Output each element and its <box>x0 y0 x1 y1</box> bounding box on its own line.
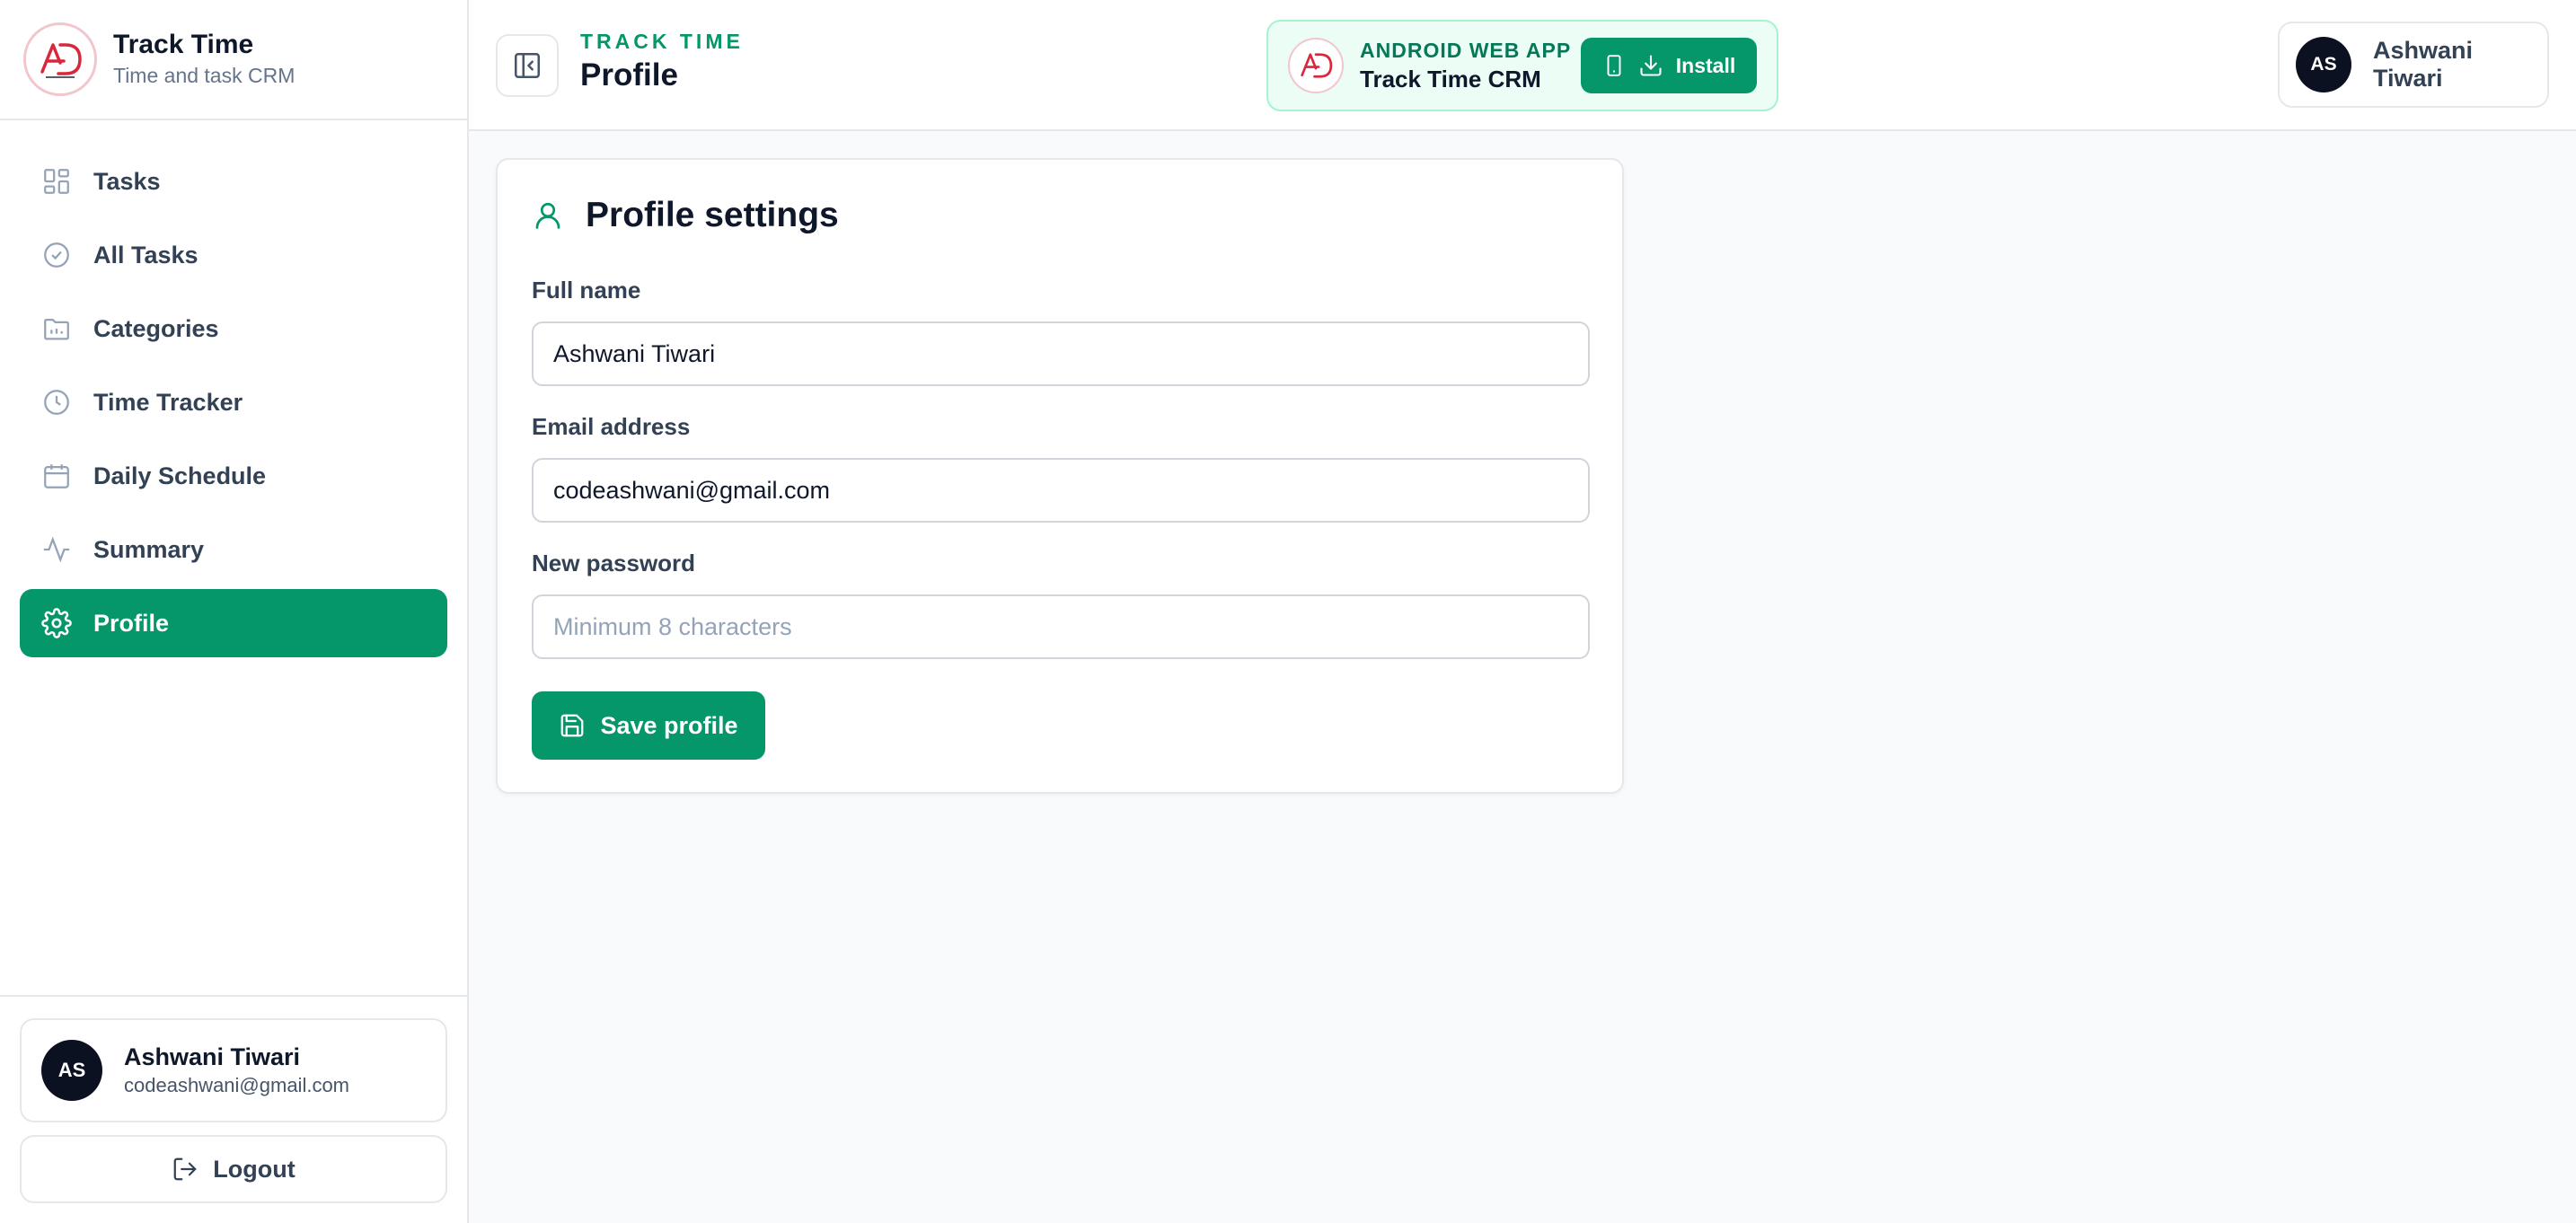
logout-button[interactable]: Logout <box>20 1135 447 1203</box>
top-header: TRACK TIME Profile ANDROID WEB APP Track… <box>469 0 2576 131</box>
check-circle-icon <box>40 238 74 272</box>
brand-subtitle: Time and task CRM <box>113 64 296 87</box>
phone-icon <box>1602 53 1626 78</box>
page-title: Profile <box>580 57 678 92</box>
email-field[interactable] <box>532 458 1590 523</box>
sidebar-item-all-tasks[interactable]: All Tasks <box>20 221 447 289</box>
gear-icon <box>40 606 74 640</box>
banner-title: Track Time CRM <box>1360 66 1541 92</box>
brand[interactable]: Track Time Time and task CRM <box>0 0 467 120</box>
install-label: Install <box>1675 53 1736 77</box>
user-icon <box>532 198 564 233</box>
sidebar-item-label: Categories <box>93 314 219 342</box>
user-email: codeashwani@gmail.com <box>124 1074 350 1096</box>
sidebar-footer: AS Ashwani Tiwari codeashwani@gmail.com … <box>0 995 467 1223</box>
user-name: Ashwani Tiwari <box>124 1043 301 1070</box>
sidebar-item-time-tracker[interactable]: Time Tracker <box>20 368 447 436</box>
avatar: AS <box>2296 37 2351 92</box>
clock-icon <box>40 385 74 419</box>
sidebar-item-profile[interactable]: Profile <box>20 589 447 657</box>
ad-logo-icon <box>23 22 97 96</box>
sidebar-nav: Tasks All Tasks Categories Time Tracker … <box>20 147 447 663</box>
full-name-field[interactable] <box>532 321 1590 386</box>
sidebar-item-label: Time Tracker <box>93 388 243 416</box>
sidebar-user-card[interactable]: AS Ashwani Tiwari codeashwani@gmail.com <box>20 1018 447 1122</box>
collapse-sidebar-button[interactable] <box>496 34 559 97</box>
activity-icon <box>40 532 74 567</box>
password-label: New password <box>532 550 696 576</box>
save-profile-button[interactable]: Save profile <box>532 691 765 760</box>
sidebar-item-label: Daily Schedule <box>93 462 267 489</box>
sidebar-item-label: Tasks <box>93 167 161 195</box>
sidebar-item-daily-schedule[interactable]: Daily Schedule <box>20 442 447 510</box>
brand-title: Track Time <box>113 30 254 59</box>
header-eyebrow: TRACK TIME <box>580 30 744 53</box>
save-icon <box>559 712 586 739</box>
card-title: Profile settings <box>586 196 839 234</box>
folder-icon <box>40 312 74 346</box>
password-field[interactable] <box>532 594 1590 659</box>
full-name-label: Full name <box>532 277 641 304</box>
calendar-icon <box>40 459 74 493</box>
sidebar-collapse-icon <box>512 50 543 81</box>
sidebar-item-label: Summary <box>93 535 205 563</box>
sidebar-item-label: Profile <box>93 609 170 637</box>
android-app-banner: ANDROID WEB APP Track Time CRM Install <box>1266 20 1778 111</box>
install-button[interactable]: Install <box>1581 38 1757 93</box>
logout-icon <box>172 1156 198 1183</box>
header-user-name: Ashwani Tiwari <box>2373 37 2474 92</box>
header-user-menu[interactable]: AS Ashwani Tiwari <box>2278 22 2549 108</box>
download-icon <box>1638 53 1663 78</box>
save-label: Save profile <box>600 711 738 739</box>
email-label: Email address <box>532 413 691 440</box>
sidebar: Track Time Time and task CRM Tasks All T… <box>0 0 469 1223</box>
sidebar-item-summary[interactable]: Summary <box>20 515 447 584</box>
grid-icon <box>40 164 74 198</box>
sidebar-item-categories[interactable]: Categories <box>20 295 447 363</box>
avatar: AS <box>41 1040 102 1101</box>
profile-settings-card: Profile settings Full name Email address… <box>496 158 1624 794</box>
sidebar-item-label: All Tasks <box>93 241 198 268</box>
logout-label: Logout <box>213 1155 296 1183</box>
banner-eyebrow: ANDROID WEB APP <box>1360 39 1572 62</box>
ad-logo-icon <box>1288 38 1344 93</box>
sidebar-item-tasks[interactable]: Tasks <box>20 147 447 216</box>
